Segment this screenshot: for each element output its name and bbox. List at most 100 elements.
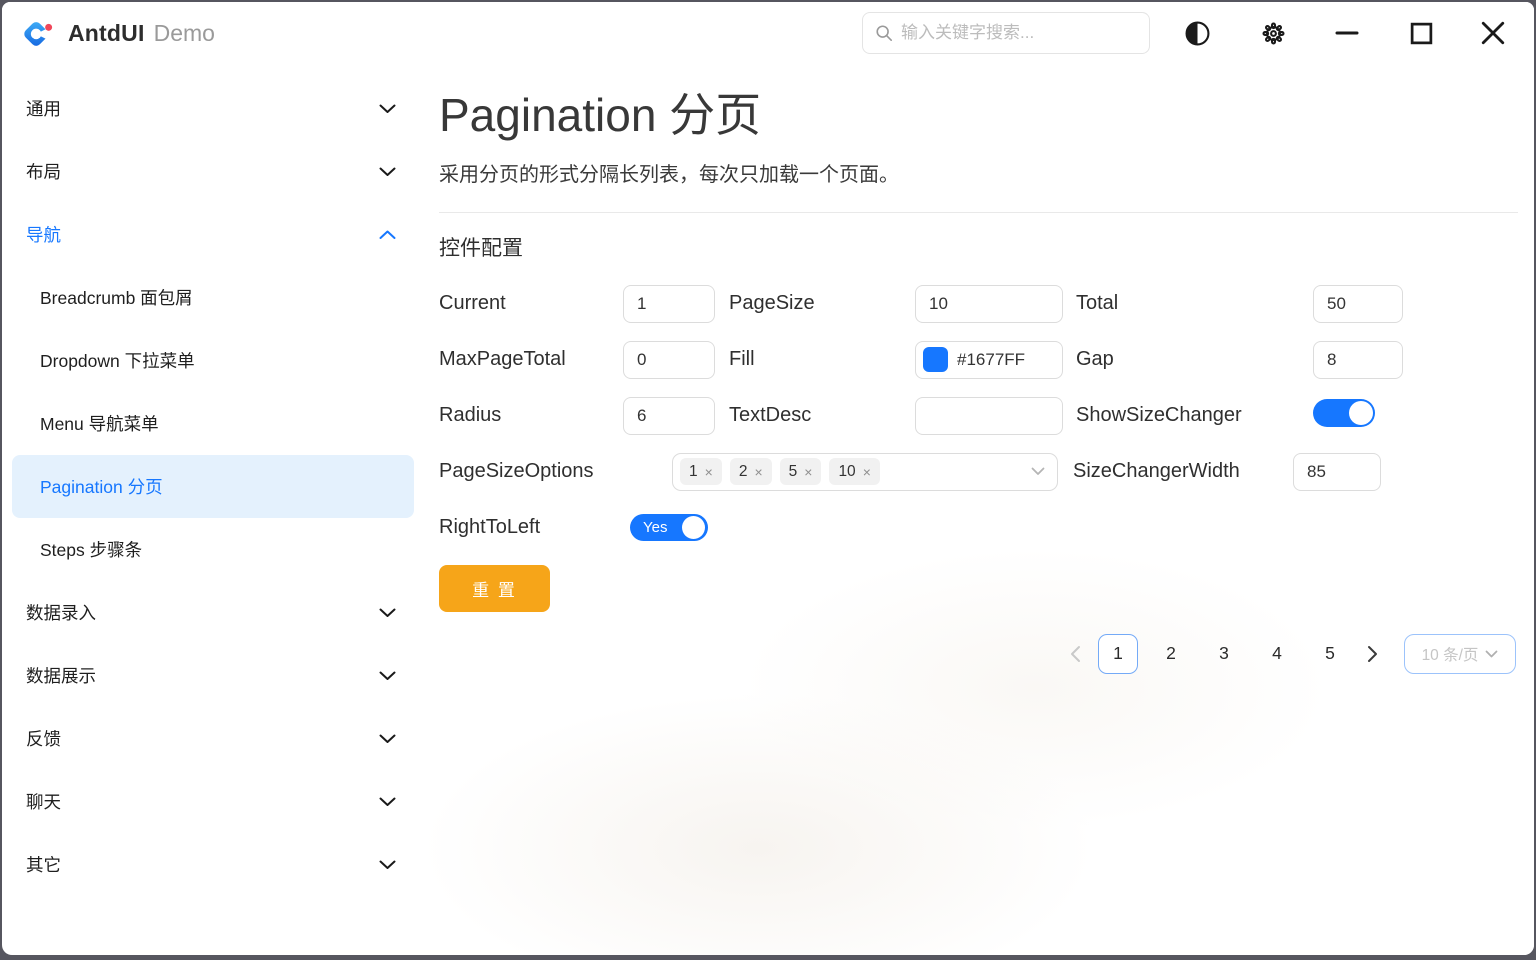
sidebar-item-label: Pagination 分页 [40,474,163,499]
tag-value: 5 [789,463,798,481]
sidebar-group-label: 数据录入 [26,600,96,625]
pagination-size-select[interactable]: 10 条/页 [1404,634,1516,674]
pagination-page-2[interactable]: 2 [1151,634,1191,674]
sidebar-item-label: Dropdown 下拉菜单 [40,348,195,373]
app-logo-icon [22,16,56,50]
sidebar-group-general[interactable]: 通用 [2,77,426,140]
total-label: Total [1063,292,1313,315]
tag-remove-icon[interactable]: × [705,464,713,480]
tag-remove-icon[interactable]: × [804,464,812,480]
tag-value: 2 [739,463,748,481]
config-grid: Current PageSize Total MaxPageTotal Fill… [439,276,1518,444]
sidebar-group-feedback[interactable]: 反馈 [2,707,426,770]
sidebar: 通用 布局 导航 Breadcrumb 面包屑 D [2,64,426,955]
pagination-page-5[interactable]: 5 [1310,634,1350,674]
pagination-size-value: 10 条/页 [1422,643,1479,665]
showsizechanger-label: ShowSizeChanger [1063,404,1313,427]
fill-color-field[interactable]: #1677FF [915,341,1063,379]
maxpagetotal-label: MaxPageTotal [439,348,623,371]
chevron-down-icon [379,734,396,744]
pagesize-label: PageSize [715,292,915,315]
sidebar-item-steps[interactable]: Steps 步骤条 [2,518,426,581]
righttoleft-label: RightToLeft [439,516,630,539]
sidebar-group-navigation[interactable]: 导航 [2,203,426,266]
fill-color-value: #1677FF [957,350,1025,370]
app-name: AntdUI [68,20,145,47]
divider [439,212,1518,213]
pagesize-option-tag[interactable]: 1 × [680,458,722,485]
pagesize-option-tag[interactable]: 10 × [829,458,879,485]
pagesizeoptions-select[interactable]: 1 × 2 × 5 × 10 × [672,453,1058,491]
sidebar-item-pagination[interactable]: Pagination 分页 [12,455,414,518]
close-button[interactable] [1476,16,1510,50]
toggle-knob [682,516,705,539]
showsizechanger-toggle[interactable] [1313,399,1375,427]
theme-toggle-icon[interactable] [1180,16,1214,50]
chevron-down-icon [379,671,396,681]
chevron-down-icon [379,104,396,114]
pagination-next-icon[interactable] [1363,645,1383,663]
sizechangerwidth-input[interactable] [1293,453,1381,491]
sidebar-item-menu[interactable]: Menu 导航菜单 [2,392,426,455]
sidebar-group-other[interactable]: 其它 [2,833,426,896]
maxpagetotal-input[interactable] [623,341,715,379]
settings-gear-icon[interactable] [1256,16,1290,50]
pagination-page-4[interactable]: 4 [1257,634,1297,674]
app-name-suffix: Demo [154,20,215,47]
chevron-down-icon [379,797,396,807]
sidebar-group-label: 反馈 [26,726,61,751]
minimize-button[interactable] [1330,16,1364,50]
sidebar-group-label: 布局 [26,159,61,184]
pagination-page-3[interactable]: 3 [1204,634,1244,674]
sidebar-group-data-entry[interactable]: 数据录入 [2,581,426,644]
pagination-page-1[interactable]: 1 [1098,634,1138,674]
radius-label: Radius [439,404,623,427]
tag-value: 1 [689,463,698,481]
current-input[interactable] [623,285,715,323]
sidebar-item-dropdown[interactable]: Dropdown 下拉菜单 [2,329,426,392]
chevron-down-icon [1485,650,1498,658]
gap-label: Gap [1063,348,1313,371]
page-title: Pagination 分页 [439,87,1518,145]
radius-input[interactable] [623,397,715,435]
search-box[interactable] [862,12,1150,54]
tag-remove-icon[interactable]: × [863,464,871,480]
chevron-down-icon [1031,467,1045,476]
pagination-preview: 1 2 3 4 5 10 条/页 [439,634,1518,674]
sidebar-group-label: 数据展示 [26,663,96,688]
pagesize-option-tag[interactable]: 5 × [780,458,822,485]
reset-button[interactable]: 重 置 [439,565,550,612]
sidebar-group-data-display[interactable]: 数据展示 [2,644,426,707]
pagination-prev-icon[interactable] [1065,645,1085,663]
sidebar-item-label: Steps 步骤条 [40,537,142,562]
sidebar-item-label: Menu 导航菜单 [40,411,159,436]
total-input[interactable] [1313,285,1403,323]
chevron-down-icon [379,860,396,870]
maximize-button[interactable] [1404,16,1438,50]
sidebar-group-label: 导航 [26,222,61,247]
chevron-down-icon [379,608,396,618]
sidebar-group-chat[interactable]: 聊天 [2,770,426,833]
tag-value: 10 [838,463,855,481]
sidebar-group-layout[interactable]: 布局 [2,140,426,203]
search-icon [875,24,893,42]
main-content: Pagination 分页 采用分页的形式分隔长列表，每次只加载一个页面。 控件… [426,64,1534,955]
sidebar-item-breadcrumb[interactable]: Breadcrumb 面包屑 [2,266,426,329]
app-window: AntdUI Demo [2,2,1534,955]
pagesize-option-tag[interactable]: 2 × [730,458,772,485]
config-heading: 控件配置 [439,232,1518,262]
tag-remove-icon[interactable]: × [754,464,762,480]
righttoleft-toggle[interactable]: Yes [630,514,708,541]
search-input[interactable] [901,23,1137,43]
titlebar: AntdUI Demo [2,2,1534,64]
gap-input[interactable] [1313,341,1403,379]
righttoleft-row: RightToLeft Yes [439,500,1518,556]
sizechangerwidth-label: SizeChangerWidth [1058,460,1293,483]
pagesize-input[interactable] [915,285,1063,323]
sidebar-group-label: 聊天 [26,789,61,814]
chevron-up-icon [379,230,396,240]
chevron-down-icon [379,167,396,177]
current-label: Current [439,292,623,315]
textdesc-input[interactable] [915,397,1063,435]
sidebar-group-label: 通用 [26,96,61,121]
